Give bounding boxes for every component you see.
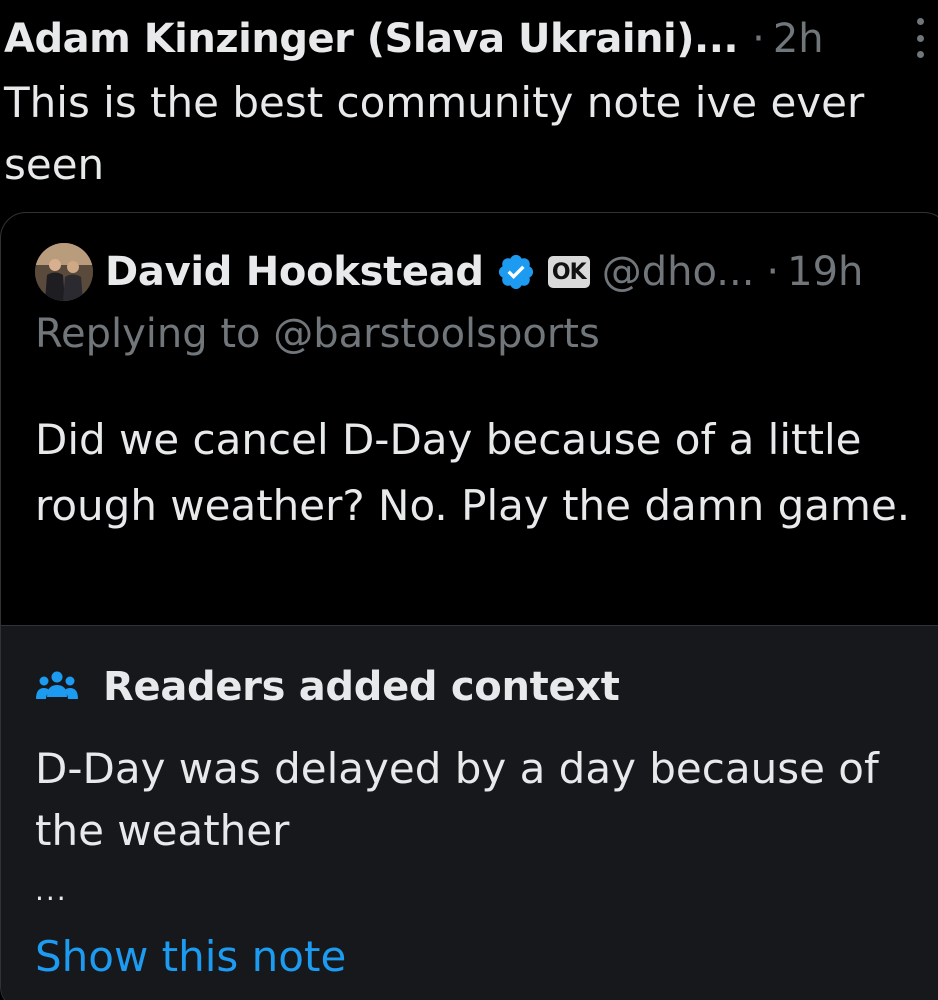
quoted-author-name[interactable]: David Hookstead xyxy=(105,249,484,295)
replying-to: Replying to @barstoolsports xyxy=(35,311,600,357)
avatar[interactable] xyxy=(35,243,93,301)
more-dot xyxy=(916,51,924,58)
more-dot xyxy=(916,34,924,42)
affiliate-badge[interactable]: OK xyxy=(547,256,590,288)
more-dot xyxy=(916,18,924,25)
people-icon xyxy=(36,671,78,699)
avatar-image xyxy=(35,243,93,301)
community-note-text: D-Day was delayed by a day because of th… xyxy=(35,744,879,855)
post-text: This is the best community note ive ever… xyxy=(4,78,865,189)
verified-badge-icon xyxy=(498,254,533,290)
quoted-separator: · xyxy=(766,249,780,295)
community-note: Readers added context D-Day was delayed … xyxy=(1,625,938,1000)
header-separator: · xyxy=(752,16,765,62)
quoted-tweet-text: Did we cancel D-Day because of a little … xyxy=(35,415,911,530)
community-note-header: Readers added context xyxy=(35,664,620,710)
post-header: Adam Kinzinger (Slava Ukraini)... · 2h xyxy=(4,10,938,68)
community-note-title: Readers added context xyxy=(103,664,620,710)
quoted-timestamp[interactable]: 19h xyxy=(787,249,863,295)
quoted-tweet-card[interactable]: David Hookstead OK @dho... · 19h Replyin… xyxy=(0,212,938,1000)
author-name[interactable]: Adam Kinzinger (Slava Ukraini)... xyxy=(4,16,739,62)
quoted-tweet-header: David Hookstead OK @dho... · 19h xyxy=(35,241,863,303)
post-timestamp[interactable]: 2h xyxy=(773,16,824,62)
show-this-note-link[interactable]: Show this note xyxy=(35,932,346,981)
quoted-author-handle[interactable]: @dho... xyxy=(602,249,755,295)
community-note-ellipsis: ... xyxy=(35,874,68,907)
more-vertical-icon[interactable] xyxy=(910,18,930,58)
